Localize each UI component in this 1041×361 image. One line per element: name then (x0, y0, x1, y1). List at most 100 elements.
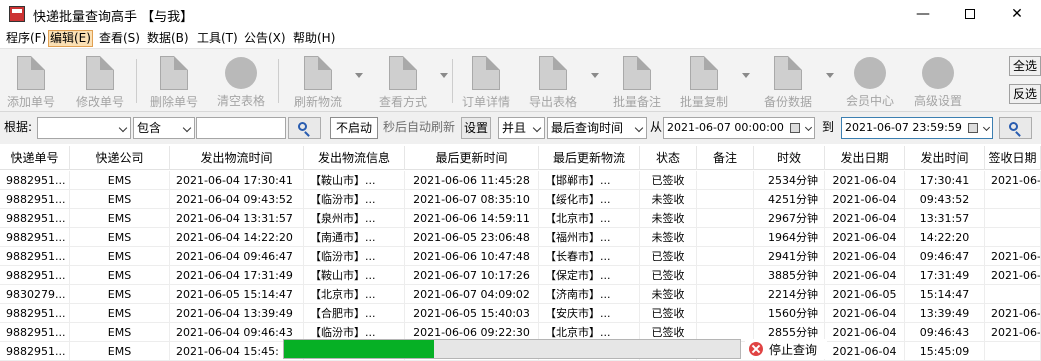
cell-sent-date: 2021-06-04 (825, 228, 905, 247)
cell-tracking-number: 9882951... (0, 228, 70, 247)
chevron-down-icon (982, 123, 991, 132)
table-row[interactable]: 9882951... EMS 2021-06-04 13:39:49 【合肥市】...… (0, 304, 1041, 323)
clear-table-button[interactable]: 清空表格 (215, 53, 267, 111)
time-field-select[interactable]: 最后查询时间 (547, 117, 647, 139)
settings-button[interactable]: 设置 (461, 117, 491, 139)
toolbar-separator (452, 59, 453, 103)
table-row[interactable]: 9830279... EMS 2021-06-05 15:14:47 【北京市】...… (0, 285, 1041, 304)
view-dropdown-icon[interactable] (440, 73, 448, 78)
column-header-note[interactable]: 备注 (697, 146, 754, 170)
menu-tools[interactable]: 工具(T) (196, 30, 239, 47)
cell-courier: EMS (70, 304, 170, 323)
stop-query-label: 停止查询 (769, 342, 818, 357)
cell-status: 已签收 (640, 247, 697, 266)
edit-tracking-label: 修改单号 (75, 95, 124, 109)
cell-duration: 1964分钟 (754, 228, 825, 247)
chevron-down-icon (118, 123, 128, 133)
toolbar-separator (278, 59, 279, 103)
add-tracking-button[interactable]: 添加单号 (5, 53, 57, 111)
minimize-button[interactable]: — (900, 0, 946, 28)
column-header-last-update-time[interactable]: 最后更新时间 (405, 146, 539, 170)
export-dropdown-icon[interactable] (591, 73, 599, 78)
filter-search-button[interactable] (288, 117, 321, 139)
table-row[interactable]: 9882951... EMS 2021-06-04 09:43:52 【临汾市】...… (0, 190, 1041, 209)
chevron-down-icon (532, 123, 542, 133)
table-row[interactable]: 9882951... EMS 2021-06-04 17:31:49 【鞍山市】...… (0, 266, 1041, 285)
cell-last-update-time: 2021-06-07 04:09:02 (405, 285, 539, 304)
cell-duration: 2941分钟 (754, 247, 825, 266)
column-header-sent-date[interactable]: 发出日期 (825, 146, 905, 170)
auto-refresh-button[interactable]: 不启动 (330, 117, 378, 139)
cell-status: 未签收 (640, 285, 697, 304)
filter-field-select[interactable] (37, 117, 131, 139)
column-header-sent-clock[interactable]: 发出时间 (905, 146, 985, 170)
view-mode-button[interactable]: 查看方式 (375, 53, 431, 111)
backup-dropdown-icon[interactable] (826, 73, 834, 78)
filter-bar: 根据: 包含 不启动 秒后自动刷新 设置 并且 最后查询时间 从 2021-06… (0, 112, 1041, 144)
cell-courier: EMS (70, 247, 170, 266)
maximize-button[interactable] (947, 0, 993, 28)
menu-help[interactable]: 帮助(H) (292, 30, 336, 47)
edit-tracking-button[interactable]: 修改单号 (74, 53, 126, 111)
batch-note-button[interactable]: 批量备注 (611, 53, 663, 111)
copy-dropdown-icon[interactable] (742, 73, 750, 78)
menu-view[interactable]: 查看(S) (98, 30, 141, 47)
cell-sent-date: 2021-06-04 (825, 342, 905, 361)
backup-data-button[interactable]: 备份数据 (762, 53, 814, 111)
batch-copy-button[interactable]: 批量复制 (678, 53, 730, 111)
table-row[interactable]: 9882951... EMS 2021-06-04 17:30:41 【鞍山市】...… (0, 171, 1041, 190)
keyword-input[interactable] (196, 117, 286, 139)
member-center-button[interactable]: 会员中心 (842, 53, 898, 111)
cell-last-update-info: 【安庆市】... (539, 304, 640, 323)
cell-tracking-number: 9882951... (0, 304, 70, 323)
stop-query-button[interactable]: 停止查询 (745, 339, 827, 359)
column-header-sent-time[interactable]: 发出物流时间 (170, 146, 304, 170)
document-icon (17, 56, 45, 90)
toolbar: 添加单号 修改单号 删除单号 清空表格 刷新物流 查看方式 订单详情 导出表格 … (0, 48, 1041, 112)
auto-refresh-label: 秒后自动刷新 (383, 120, 456, 134)
clock-icon (854, 57, 886, 89)
match-mode-select[interactable]: 包含 (133, 117, 195, 139)
chevron-down-icon (804, 123, 813, 132)
cell-last-update-info: 【保定市】... (539, 266, 640, 285)
column-header-sent-info[interactable]: 发出物流信息 (304, 146, 405, 170)
from-date-picker[interactable]: 2021-06-07 00:00:00 (663, 117, 815, 139)
refresh-logistics-button[interactable]: 刷新物流 (292, 53, 344, 111)
advanced-settings-button[interactable]: 高级设置 (910, 53, 966, 111)
refresh-dropdown-icon[interactable] (355, 73, 363, 78)
menu-program[interactable]: 程序(F) (5, 30, 47, 47)
delete-tracking-button[interactable]: 删除单号 (148, 53, 200, 111)
menu-edit[interactable]: 编辑(E) (48, 30, 93, 47)
column-header-courier[interactable]: 快递公司 (70, 146, 170, 170)
column-header-last-update-info[interactable]: 最后更新物流 (539, 146, 640, 170)
cell-sent-clock: 15:45:09 (905, 342, 985, 361)
invert-selection-button[interactable]: 反选 (1009, 84, 1041, 104)
logic-select[interactable]: 并且 (498, 117, 545, 139)
table-row[interactable]: 9882951... EMS 2021-06-04 14:22:20 【南通市】...… (0, 228, 1041, 247)
cell-sent-time: 2021-06-04 17:30:41 (170, 171, 304, 190)
date-search-button[interactable] (999, 117, 1032, 139)
cell-signed-date (985, 228, 1041, 247)
cell-last-update-time: 2021-06-06 11:45:28 (405, 171, 539, 190)
column-header-duration[interactable]: 时效 (754, 146, 825, 170)
column-header-signed-date[interactable]: 签收日期 (985, 146, 1041, 170)
cell-sent-info: 【鞍山市】... (304, 266, 405, 285)
menu-data[interactable]: 数据(B) (146, 30, 190, 47)
order-details-button[interactable]: 订单详情 (460, 53, 512, 111)
select-all-button[interactable]: 全选 (1009, 56, 1041, 76)
clear-icon (225, 57, 257, 89)
cell-tracking-number: 9882951... (0, 342, 70, 361)
export-icon (539, 56, 567, 90)
close-button[interactable]: ✕ (994, 0, 1040, 28)
to-date-picker[interactable]: 2021-06-07 23:59:59 (841, 117, 993, 139)
backup-data-label: 备份数据 (763, 95, 812, 109)
menu-notice[interactable]: 公告(X) (243, 30, 287, 47)
table-row[interactable]: 9882951... EMS 2021-06-04 09:46:47 【临汾市】...… (0, 247, 1041, 266)
export-table-button[interactable]: 导出表格 (527, 53, 579, 111)
table-row[interactable]: 9882951... EMS 2021-06-04 13:31:57 【泉州市】...… (0, 209, 1041, 228)
from-label: 从 (650, 120, 663, 134)
cell-sent-info: 【南通市】... (304, 228, 405, 247)
column-header-status[interactable]: 状态 (640, 146, 697, 170)
cell-tracking-number: 9882951... (0, 247, 70, 266)
column-header-tracking-number[interactable]: 快递单号 (0, 146, 70, 170)
